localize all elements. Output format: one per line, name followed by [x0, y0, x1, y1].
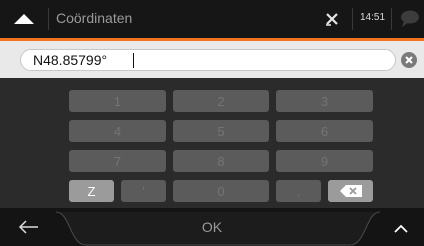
- key-9[interactable]: 9: [276, 150, 373, 172]
- coordinate-input-value: N48.85799°: [33, 52, 108, 68]
- key-4[interactable]: 4: [69, 120, 166, 142]
- ok-button[interactable]: OK: [0, 219, 424, 235]
- key-6[interactable]: 6: [276, 120, 373, 142]
- up-arrow-icon[interactable]: [8, 8, 40, 30]
- key-8[interactable]: 8: [173, 150, 269, 172]
- key-5[interactable]: 5: [173, 120, 269, 142]
- key-z[interactable]: Z: [69, 180, 114, 202]
- header-divider: [352, 8, 353, 30]
- bottom-bar: OK: [0, 208, 424, 246]
- gps-icon: [324, 11, 340, 27]
- coordinate-input[interactable]: N48.85799°: [20, 49, 396, 71]
- message-icon[interactable]: [399, 9, 421, 29]
- backspace-key[interactable]: [328, 180, 373, 202]
- text-cursor: [133, 53, 134, 68]
- key-3[interactable]: 3: [276, 90, 373, 112]
- status-header: Coördinaten 14:51: [0, 0, 424, 38]
- key-7[interactable]: 7: [69, 150, 166, 172]
- header-divider: [48, 8, 49, 30]
- numeric-keypad: 1 2 3 4 5 6 7 8 9 Z ' 0 .: [0, 78, 424, 208]
- header-divider: [391, 8, 392, 30]
- clock-time: 14:51: [360, 12, 386, 23]
- backspace-icon: [339, 185, 362, 197]
- key-apostrophe[interactable]: ': [121, 180, 166, 202]
- key-0[interactable]: 0: [173, 180, 269, 202]
- key-dot[interactable]: .: [276, 180, 321, 202]
- key-1[interactable]: 1: [69, 90, 166, 112]
- page-title: Coördinaten: [56, 10, 133, 26]
- input-band: N48.85799°: [0, 41, 424, 78]
- chevron-up-icon[interactable]: [386, 218, 416, 238]
- key-2[interactable]: 2: [173, 90, 269, 112]
- clear-input-icon[interactable]: [401, 52, 417, 68]
